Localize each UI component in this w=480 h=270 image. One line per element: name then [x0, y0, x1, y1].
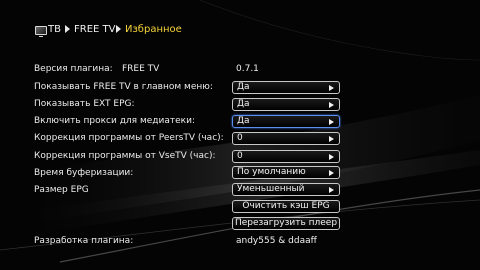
- chevron-right-icon: [65, 25, 70, 33]
- proxy-selector[interactable]: Да: [232, 115, 340, 128]
- selector-value: Да: [237, 82, 250, 92]
- plugin-name: FREE TV: [122, 64, 160, 74]
- setting-label-ext-epg: Показывать EXT EPG:: [34, 99, 135, 109]
- chevron-right-icon: [116, 25, 121, 33]
- arrow-right-icon: [329, 119, 334, 125]
- breadcrumb-item-tv[interactable]: ТВ: [48, 24, 61, 35]
- arrow-right-icon: [329, 102, 334, 108]
- selector-value: Да: [237, 116, 250, 126]
- selector-value: По умолчанию: [237, 167, 306, 177]
- clear-epg-cache-button[interactable]: Очистить кэш EPG: [232, 200, 340, 213]
- buffering-selector[interactable]: По умолчанию: [232, 166, 340, 179]
- arrow-right-icon: [329, 187, 334, 193]
- breadcrumb-item-freetv[interactable]: FREE TV: [74, 24, 115, 35]
- selector-value: Да: [237, 99, 250, 109]
- peerstv-offset-selector[interactable]: 0: [232, 132, 340, 145]
- restart-player-button[interactable]: Перезагрузить плеер: [232, 217, 340, 230]
- selector-value: 0: [237, 151, 243, 161]
- arrow-right-icon: [329, 85, 334, 91]
- author-label: Разработка плагина:: [34, 236, 134, 246]
- plugin-author: andy555 & ddaaff: [236, 236, 317, 246]
- arrow-right-icon: [329, 170, 334, 176]
- setting-label-buffering: Время буферизации:: [34, 168, 134, 178]
- breadcrumb-item-favorites: Избранное: [125, 24, 182, 35]
- setting-label-proxy: Включить прокси для медиатеки:: [34, 116, 195, 126]
- setting-label-show-in-menu: Показывать FREE TV в главном меню:: [34, 82, 213, 92]
- selector-value: 0: [237, 133, 243, 143]
- plugin-version: 0.7.1: [236, 64, 259, 74]
- vsetv-offset-selector[interactable]: 0: [232, 150, 340, 163]
- version-label: Версия плагина:: [34, 64, 113, 74]
- breadcrumb: ТВ FREE TV Избранное: [0, 23, 480, 41]
- arrow-right-icon: [329, 136, 334, 142]
- ext-epg-selector[interactable]: Да: [232, 98, 340, 111]
- selector-value: Уменьшенный: [237, 184, 305, 194]
- arrow-right-icon: [329, 154, 334, 160]
- tv-icon: [35, 26, 47, 37]
- show-in-menu-selector[interactable]: Да: [232, 81, 340, 94]
- setting-label-peerstv-offset: Коррекция программы от PeersTV (час):: [34, 133, 224, 143]
- setting-label-epg-size: Размер EPG: [34, 185, 89, 195]
- setting-label-vsetv-offset: Коррекция программы от VseTV (час):: [34, 151, 216, 161]
- epg-size-selector[interactable]: Уменьшенный: [232, 183, 340, 196]
